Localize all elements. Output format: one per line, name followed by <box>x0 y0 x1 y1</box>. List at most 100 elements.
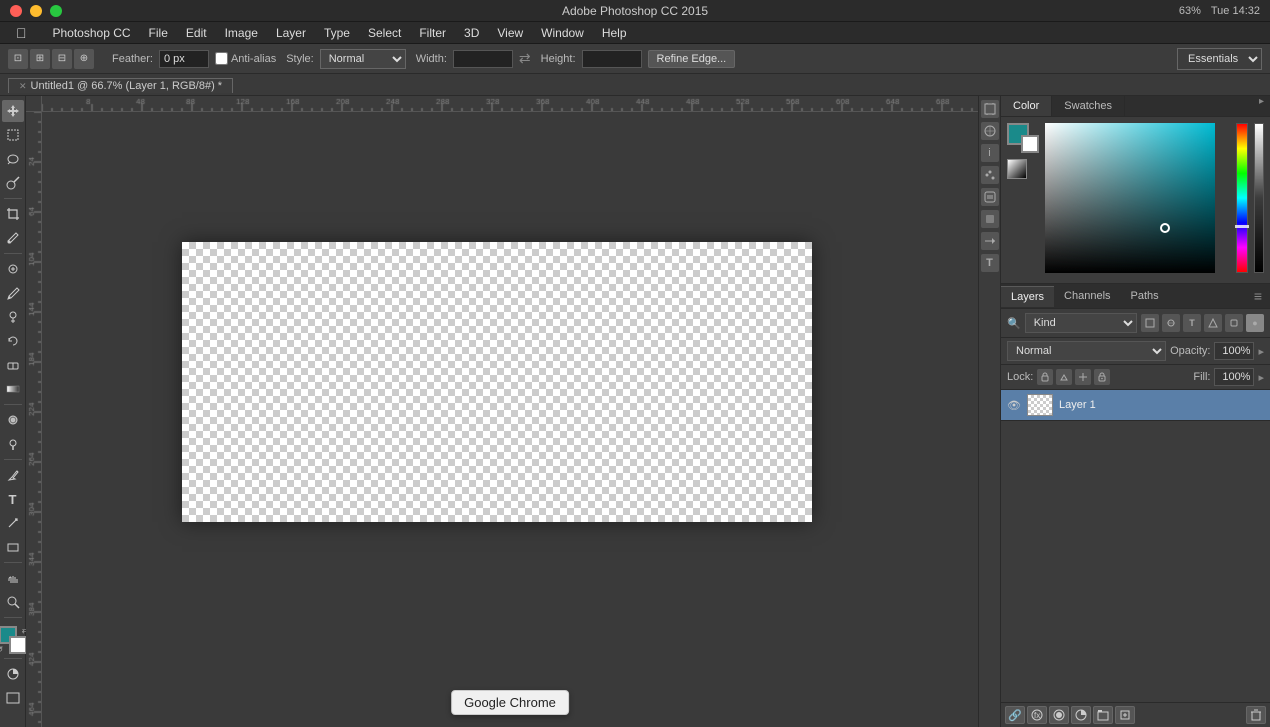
adjustments-icon[interactable] <box>981 188 999 206</box>
hand-tool[interactable] <box>2 567 24 589</box>
filter-pixel[interactable] <box>1141 314 1159 332</box>
heal-brush-tool[interactable] <box>2 258 24 280</box>
close-button[interactable] <box>10 5 22 17</box>
tool-icon-4[interactable]: ⊕ <box>74 49 94 69</box>
color-saturation-brightness[interactable] <box>1045 123 1230 273</box>
new-group-button[interactable] <box>1093 706 1113 724</box>
brush-tool[interactable] <box>2 282 24 304</box>
workspace-select[interactable]: Essentials <box>1177 48 1262 70</box>
artboard-icon[interactable] <box>981 100 999 118</box>
crop-tool[interactable] <box>2 203 24 225</box>
text-tool[interactable]: T <box>2 488 24 510</box>
styles-icon[interactable] <box>981 210 999 228</box>
tool-icon-2[interactable]: ⊞ <box>30 49 50 69</box>
magic-wand-tool[interactable] <box>2 172 24 194</box>
menu-photoshop[interactable]: Photoshop CC <box>45 24 139 42</box>
move-tool[interactable] <box>2 100 24 122</box>
screen-mode-toggle[interactable] <box>2 687 24 709</box>
width-input[interactable] <box>453 50 513 68</box>
color-swatches[interactable]: ⇄ ↺ <box>0 626 29 654</box>
style-select[interactable]: Normal Fixed Ratio Fixed Size <box>320 49 406 69</box>
filter-shape[interactable] <box>1204 314 1222 332</box>
lock-image-pixels[interactable] <box>1056 369 1072 385</box>
eraser-tool[interactable] <box>2 354 24 376</box>
menu-help[interactable]: Help <box>594 24 635 42</box>
swatches-tab[interactable]: Swatches <box>1052 96 1125 116</box>
minimize-button[interactable] <box>30 5 42 17</box>
dodge-tool[interactable] <box>2 433 24 455</box>
color-panel-collapse[interactable]: ▸ <box>1253 96 1270 116</box>
layer-row[interactable]: 👁 Layer 1 <box>1001 390 1270 421</box>
fill-arrow[interactable]: ▸ <box>1258 371 1264 384</box>
background-swatch[interactable] <box>1021 135 1039 153</box>
clone-stamp-tool[interactable] <box>2 306 24 328</box>
reset-colors-icon[interactable]: ↺ <box>0 645 3 654</box>
pen-tool[interactable] <box>2 464 24 486</box>
maximize-button[interactable] <box>50 5 62 17</box>
layers-list[interactable]: 👁 Layer 1 <box>1001 390 1270 702</box>
link-layers-button[interactable]: 🔗 <box>1005 706 1025 724</box>
props-icon[interactable] <box>981 166 999 184</box>
exchange-icon[interactable]: ⇄ <box>519 50 531 67</box>
menu-3d[interactable]: 3D <box>456 24 487 42</box>
layers-tab[interactable]: Layers <box>1001 286 1054 307</box>
filter-smart[interactable] <box>1225 314 1243 332</box>
zoom-tool[interactable] <box>2 591 24 613</box>
tool-icon-3[interactable]: ⊟ <box>52 49 72 69</box>
eyedropper-tool[interactable] <box>2 227 24 249</box>
menu-edit[interactable]: Edit <box>178 24 215 42</box>
history-brush-tool[interactable] <box>2 330 24 352</box>
menu-view[interactable]: View <box>489 24 531 42</box>
blend-mode-select[interactable]: Normal Dissolve Multiply Screen Overlay <box>1007 341 1166 361</box>
add-style-button[interactable]: fx <box>1027 706 1047 724</box>
new-adjustment-button[interactable] <box>1071 706 1091 724</box>
feather-input[interactable] <box>159 50 209 68</box>
marquee-tool[interactable] <box>2 124 24 146</box>
menu-window[interactable]: Window <box>533 24 592 42</box>
lasso-tool[interactable] <box>2 148 24 170</box>
opacity-input[interactable] <box>1214 342 1254 360</box>
opacity-arrow[interactable]: ▸ <box>1258 345 1264 358</box>
brightness-slider[interactable] <box>1254 123 1264 273</box>
blur-tool[interactable] <box>2 409 24 431</box>
height-input[interactable] <box>582 50 642 68</box>
lock-transparent-pixels[interactable] <box>1037 369 1053 385</box>
canvas-document[interactable] <box>182 242 812 522</box>
menu-filter[interactable]: Filter <box>411 24 454 42</box>
fill-input[interactable] <box>1214 368 1254 386</box>
menu-file[interactable]: File <box>141 24 176 42</box>
color-tab[interactable]: Color <box>1001 96 1052 116</box>
layer-visibility-toggle[interactable]: 👁 <box>1007 398 1021 412</box>
add-mask-button[interactable] <box>1049 706 1069 724</box>
new-layer-button[interactable] <box>1115 706 1135 724</box>
delete-layer-button[interactable] <box>1246 706 1266 724</box>
canvas-scroll-area[interactable]: Google Chrome <box>42 112 978 727</box>
timeline-icon[interactable] <box>981 232 999 250</box>
layers-panel-menu[interactable]: ≡ <box>1246 284 1270 308</box>
refine-edge-button[interactable]: Refine Edge... <box>648 50 736 68</box>
text-icon-panel[interactable]: T <box>981 254 999 272</box>
menu-image[interactable]: Image <box>217 24 266 42</box>
document-tab[interactable]: ✕ Untitled1 @ 66.7% (Layer 1, RGB/8#) * <box>8 78 233 93</box>
gradient-tool[interactable] <box>2 378 24 400</box>
tool-icon-1[interactable]: ⊡ <box>8 49 28 69</box>
lock-position[interactable] <box>1075 369 1091 385</box>
navigator-icon[interactable] <box>981 122 999 140</box>
quick-mask-toggle[interactable] <box>2 663 24 685</box>
menu-select[interactable]: Select <box>360 24 409 42</box>
filter-adjustment[interactable] <box>1162 314 1180 332</box>
filter-toggle[interactable]: ● <box>1246 314 1264 332</box>
lock-all[interactable] <box>1094 369 1110 385</box>
channels-tab[interactable]: Channels <box>1054 286 1120 306</box>
foreground-bg-swatches[interactable] <box>1007 123 1039 153</box>
filter-type[interactable]: T <box>1183 314 1201 332</box>
layers-kind-filter[interactable]: Kind Name Effect Mode Attribute Color <box>1025 313 1137 333</box>
info-icon[interactable]: i <box>981 144 999 162</box>
gradient-icon[interactable] <box>1007 159 1027 179</box>
menu-type[interactable]: Type <box>316 24 358 42</box>
path-selection-tool[interactable] <box>2 512 24 534</box>
apple-menu[interactable]:  <box>8 23 35 43</box>
hue-slider[interactable] <box>1236 123 1248 273</box>
menu-layer[interactable]: Layer <box>268 24 314 42</box>
anti-alias-checkbox[interactable] <box>215 52 228 65</box>
